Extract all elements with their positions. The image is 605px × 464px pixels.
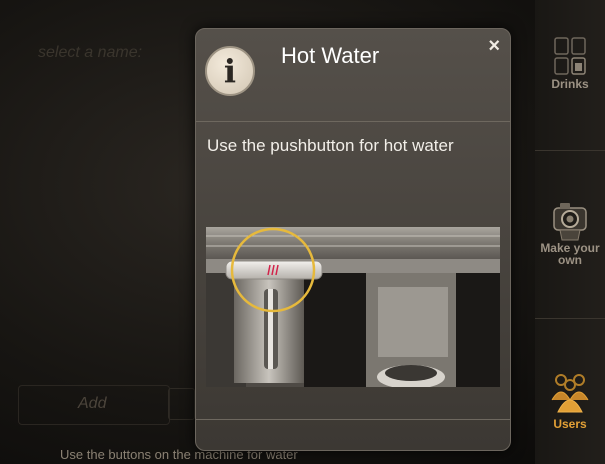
users-icon [551, 374, 589, 413]
sidebar-item-drinks[interactable]: Drinks [535, 36, 605, 90]
sidebar-divider [535, 150, 605, 151]
hot-water-illustration [206, 227, 500, 387]
keyboard-button[interactable] [168, 388, 195, 420]
close-button[interactable]: × [488, 35, 500, 58]
info-icon: i [205, 46, 255, 96]
drinks-grid-icon [554, 37, 586, 75]
camera-cup-icon [553, 203, 587, 241]
name-select-prompt: select a name: [38, 44, 143, 61]
coffee-machine-image [206, 227, 500, 387]
sidebar-item-users[interactable]: Users [535, 372, 605, 430]
sidebar-divider [535, 318, 605, 319]
sidebar-item-label: Users [553, 417, 587, 431]
sidebar-item-label: Make your own [540, 241, 600, 267]
sidebar-item-label: Drinks [551, 77, 589, 91]
dialog-header: i Hot Water × [196, 29, 510, 122]
dialog-title: Hot Water [281, 43, 380, 68]
dialog-message: Use the pushbutton for hot water [207, 136, 454, 155]
dialog-footer-divider [196, 419, 510, 420]
sidebar-item-make-your-own[interactable]: Make your own [535, 198, 605, 266]
add-button[interactable]: Add [78, 395, 106, 413]
hot-water-dialog: i Hot Water × Use the pushbutton for hot… [195, 28, 511, 451]
